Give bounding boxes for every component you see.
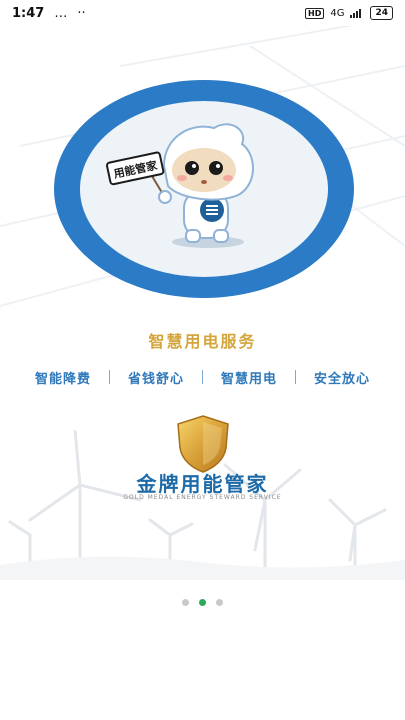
hd-icon: HD — [305, 7, 325, 19]
brand-subtitle: GOLD MEDAL ENERGY STEWARD SERVICE — [123, 494, 282, 501]
status-bar: 1:47 … ·· HD 4G 24 — [0, 0, 405, 26]
notification-icon: … — [54, 5, 68, 21]
features-row: 智能降费 省钱舒心 智慧用电 安全放心 — [0, 367, 405, 387]
brand-name: 金牌用能管家 — [136, 472, 269, 496]
feature-item: 智能降费 — [34, 371, 91, 387]
gold-shield-icon — [177, 415, 229, 473]
slogan: 智慧用电服务 — [148, 332, 257, 351]
pagination-dots — [0, 599, 405, 606]
status-left: 1:47 … ·· — [12, 6, 86, 21]
hero-illustration: 用能管家 — [54, 80, 354, 298]
page-dot-active[interactable] — [199, 599, 206, 606]
status-time: 1:47 — [12, 5, 45, 21]
battery-level: 24 — [375, 8, 388, 18]
network-label: 4G — [330, 7, 345, 19]
signal-icon — [350, 9, 362, 18]
feature-item: 省钱舒心 — [127, 371, 184, 387]
battery-icon: 24 — [370, 6, 393, 20]
status-right: HD 4G 24 — [305, 6, 393, 20]
page-dot[interactable] — [216, 599, 223, 606]
feature-item: 安全放心 — [314, 371, 371, 387]
more-notifications-icon: ·· — [77, 5, 86, 21]
page-dot[interactable] — [182, 599, 189, 606]
feature-item: 智慧用电 — [221, 371, 278, 387]
